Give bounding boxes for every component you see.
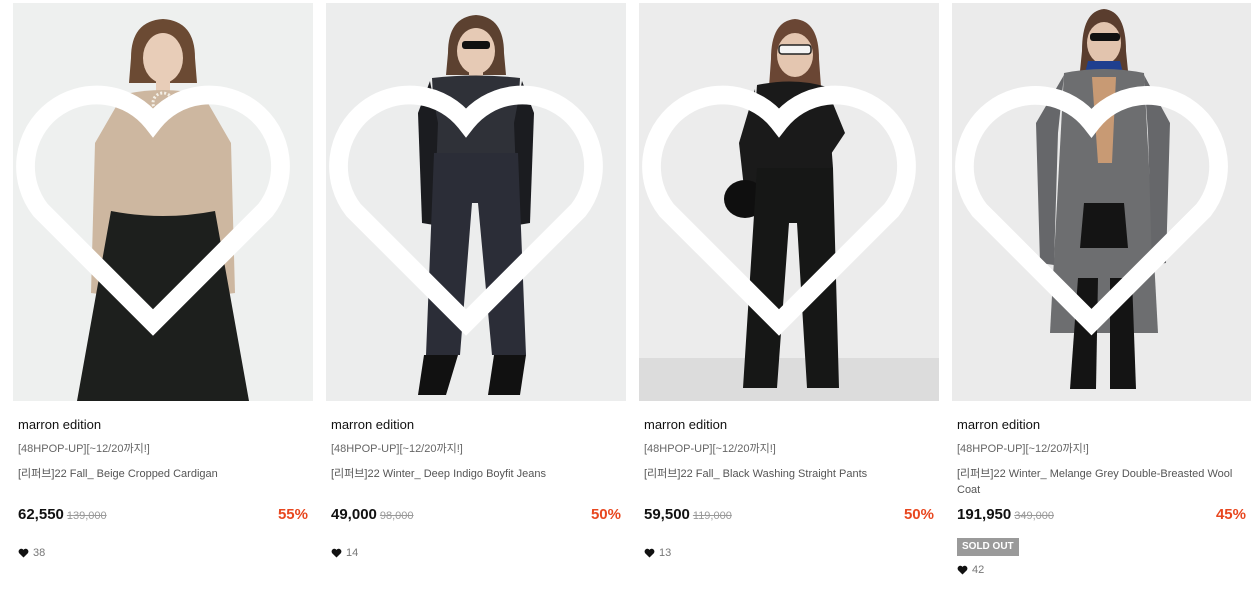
sale-price: 191,950	[957, 506, 1012, 523]
heart-icon[interactable]	[331, 548, 342, 558]
sale-price: 59,500	[644, 506, 690, 523]
product-name[interactable]: [리퍼브]22 Fall_ Black Washing Straight Pan…	[644, 466, 934, 498]
product-grid: marron edition [48HPOP-UP][~12/20까지!] [리…	[0, 0, 1260, 593]
product-name[interactable]: [리퍼브]22 Winter_ Deep Indigo Boyfit Jeans	[331, 466, 621, 498]
price-row: 49,000 98,000 50%	[331, 506, 621, 526]
product-image[interactable]	[326, 3, 626, 401]
wishlist-heart-icon[interactable]	[639, 11, 929, 401]
discount-rate: 45%	[1215, 506, 1246, 523]
like-count: 13	[644, 546, 934, 560]
promo-label: [48HPOP-UP][~12/20까지!]	[18, 443, 150, 455]
brand-name[interactable]: marron edition	[957, 417, 1246, 433]
price-row: 62,550 139,000 55%	[18, 506, 308, 526]
like-count: 14	[331, 546, 621, 560]
original-price: 139,000	[66, 510, 107, 522]
like-count-value: 38	[33, 547, 46, 559]
product-image[interactable]	[639, 3, 939, 401]
like-count: 42	[957, 563, 1246, 577]
price-row: 191,950 349,000 45%	[957, 506, 1246, 526]
heart-icon[interactable]	[957, 565, 968, 575]
promo-label: [48HPOP-UP][~12/20까지!]	[331, 443, 463, 455]
product-card[interactable]: marron edition [48HPOP-UP][~12/20까지!] [리…	[326, 3, 626, 560]
price-row: 59,500 119,000 50%	[644, 506, 934, 526]
product-card[interactable]: marron edition [48HPOP-UP][~12/20까지!] [리…	[13, 3, 313, 560]
like-count-value: 42	[972, 564, 985, 576]
heart-icon[interactable]	[18, 548, 29, 558]
promo-label: [48HPOP-UP][~12/20까지!]	[957, 443, 1089, 455]
original-price: 98,000	[379, 510, 414, 522]
discount-rate: 50%	[590, 506, 621, 523]
like-count-value: 14	[346, 547, 359, 559]
original-price: 349,000	[1014, 510, 1054, 522]
product-image[interactable]	[13, 3, 313, 401]
discount-rate: 50%	[903, 506, 934, 523]
product-card[interactable]: marron edition [48HPOP-UP][~12/20까지!] [리…	[952, 3, 1251, 577]
discount-rate: 55%	[277, 506, 308, 523]
brand-name[interactable]: marron edition	[18, 417, 308, 433]
product-card[interactable]: marron edition [48HPOP-UP][~12/20까지!] [리…	[639, 3, 939, 560]
heart-icon[interactable]	[644, 548, 655, 558]
product-name[interactable]: [리퍼브]22 Winter_ Melange Grey Double-Brea…	[957, 466, 1246, 498]
sale-price: 49,000	[331, 506, 377, 523]
brand-name[interactable]: marron edition	[644, 417, 934, 433]
wishlist-heart-icon[interactable]	[952, 11, 1241, 401]
sale-price: 62,550	[18, 506, 64, 523]
product-image[interactable]	[952, 3, 1251, 401]
sold-out-badge: SOLD OUT	[957, 538, 1019, 556]
promo-label: [48HPOP-UP][~12/20까지!]	[644, 443, 776, 455]
like-count-value: 13	[659, 547, 672, 559]
brand-name[interactable]: marron edition	[331, 417, 621, 433]
product-name[interactable]: [리퍼브]22 Fall_ Beige Cropped Cardigan	[18, 466, 308, 498]
like-count: 38	[18, 546, 308, 560]
original-price: 119,000	[692, 510, 732, 522]
wishlist-heart-icon[interactable]	[326, 11, 616, 401]
wishlist-heart-icon[interactable]	[13, 11, 303, 401]
